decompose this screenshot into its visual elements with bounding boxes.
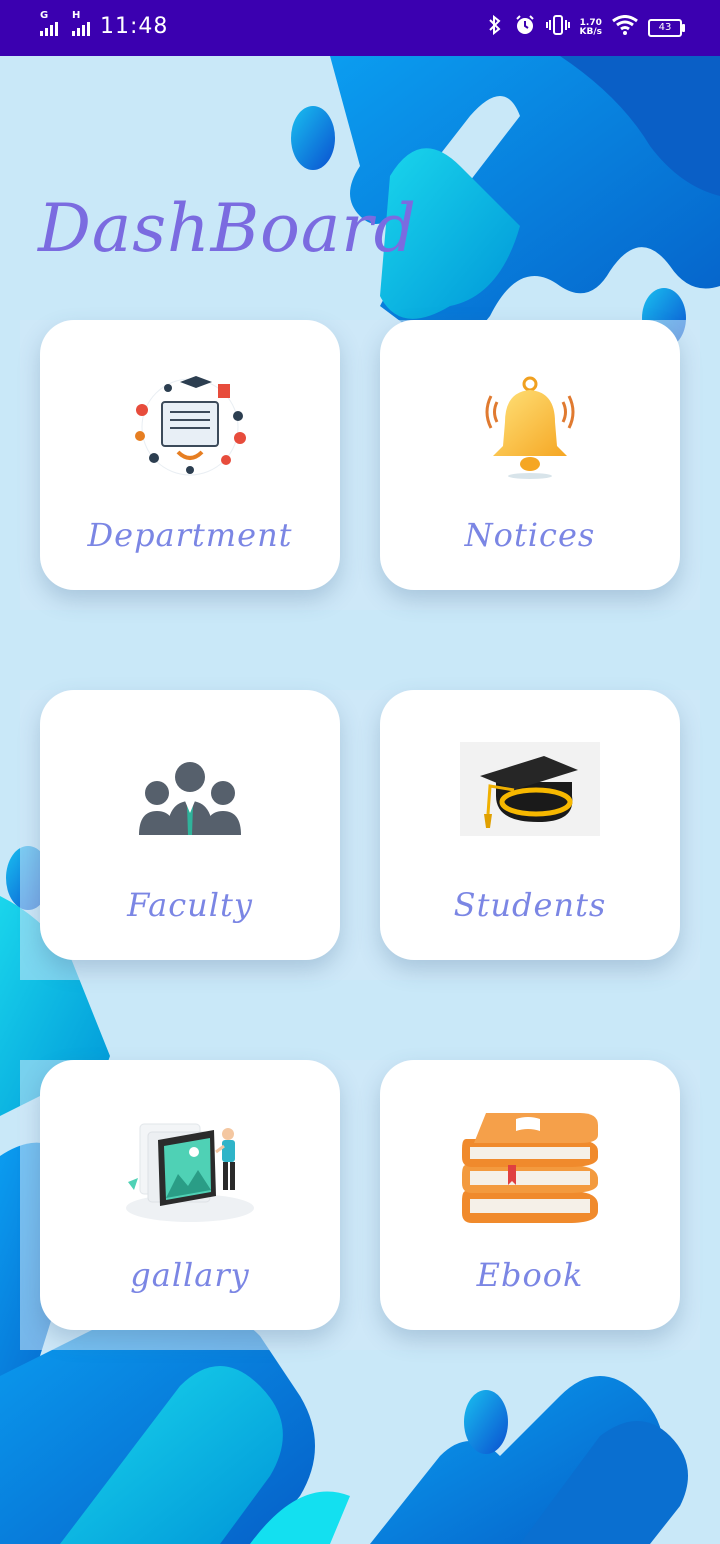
bell-icon [460, 372, 600, 482]
signal-icon: G [40, 10, 58, 36]
faculty-label: Faculty [127, 886, 253, 924]
status-time: 11:48 [100, 14, 169, 39]
status-left: G H 11:48 [40, 10, 169, 39]
department-label: Department [87, 516, 293, 554]
page-title: DashBoard [38, 190, 418, 267]
wifi-icon [612, 15, 638, 40]
battery-icon: 43 [648, 18, 685, 37]
network-speed: 1.70 KB/s [579, 18, 602, 37]
network-type-1: G [40, 9, 49, 21]
students-label: Students [453, 886, 607, 924]
network-speed-unit: KB/s [579, 26, 602, 37]
vibrate-icon [545, 14, 570, 41]
ebook-label: Ebook [476, 1256, 584, 1294]
gallery-icon [120, 1112, 260, 1222]
books-icon [460, 1112, 600, 1223]
department-card[interactable]: Department [40, 320, 340, 590]
alarm-icon [514, 14, 536, 41]
students-card[interactable]: Students [380, 690, 680, 960]
network-type-2: H [72, 9, 81, 21]
status-bar: G H 11:48 1.70 KB/s 43 [0, 0, 720, 56]
status-right: 1.70 KB/s 43 [486, 14, 685, 41]
battery-level: 43 [658, 22, 672, 33]
ebook-card[interactable]: Ebook [380, 1060, 680, 1330]
signal-icon-2: H [72, 10, 90, 36]
department-icon [120, 372, 260, 482]
gallery-label: gallary [130, 1256, 250, 1294]
bluetooth-icon [486, 14, 504, 41]
faculty-card[interactable]: Faculty [40, 690, 340, 960]
graduation-cap-icon [460, 742, 600, 836]
people-icon [120, 742, 260, 852]
notices-label: Notices [464, 516, 596, 554]
notices-card[interactable]: Notices [380, 320, 680, 590]
gallery-card[interactable]: gallary [40, 1060, 340, 1330]
